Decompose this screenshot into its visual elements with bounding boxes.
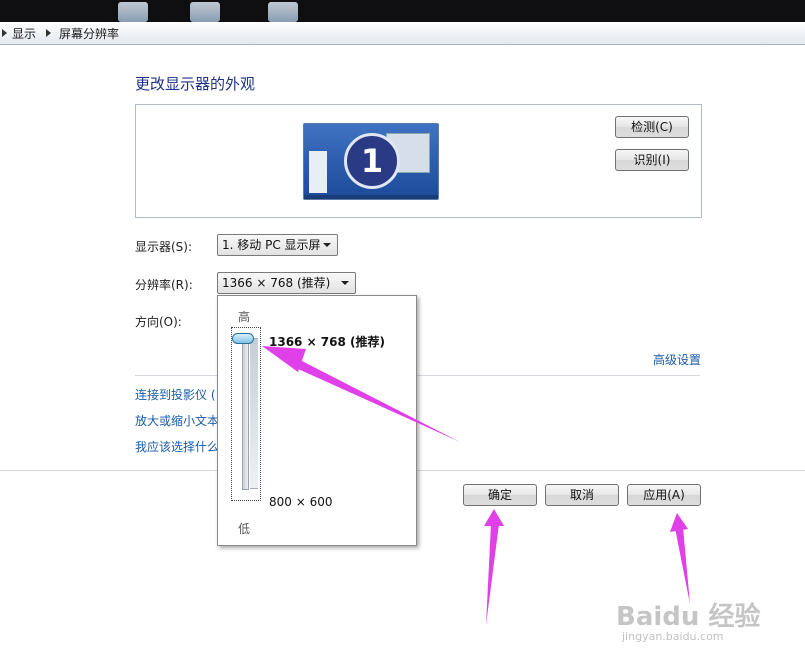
resolution-slider-popup: 高 1366 × 768 (推荐) 800 × 600 低 xyxy=(217,295,417,546)
chevron-down-icon xyxy=(323,243,331,247)
slider-track xyxy=(242,338,249,490)
breadcrumb-item-resolution[interactable]: 屏幕分辨率 xyxy=(59,25,119,42)
chevron-down-icon xyxy=(341,281,349,285)
ok-button[interactable]: 确定 xyxy=(463,484,537,506)
detect-button[interactable]: 检测(C) xyxy=(615,116,689,138)
cancel-button[interactable]: 取消 xyxy=(545,484,619,506)
breadcrumb: 显示 屏幕分辨率 xyxy=(0,22,805,45)
projector-link[interactable]: 连接到投影仪 ( xyxy=(135,386,216,403)
orientation-label: 方向(O): xyxy=(135,315,182,329)
display-select[interactable]: 1. 移动 PC 显示屏 xyxy=(217,234,338,256)
help-choose-link[interactable]: 我应该选择什么 xyxy=(135,438,219,455)
watermark-logo: Baidu 经验 jingyan.baidu.com xyxy=(616,596,761,643)
display-select-value: 1. 移动 PC 显示屏 xyxy=(222,238,321,252)
resolution-label: 分辨率(R): xyxy=(135,278,193,292)
breadcrumb-item-display[interactable]: 显示 xyxy=(12,25,36,42)
resolution-select-value: 1366 × 768 (推荐) xyxy=(222,276,331,290)
slider-thumb[interactable] xyxy=(232,333,254,344)
monitor-taskbar xyxy=(304,195,438,199)
annotation-arrow-apply xyxy=(670,513,690,604)
resolution-option-top: 1366 × 768 (推荐) xyxy=(269,335,386,349)
chevron-right-icon xyxy=(2,29,7,37)
chevron-right-icon xyxy=(46,29,51,37)
high-label: 高 xyxy=(238,310,251,324)
desktop-file-icon xyxy=(190,2,220,22)
display-label: 显示器(S): xyxy=(135,240,193,254)
desktop-strip xyxy=(0,0,805,22)
resolution-option-bottom: 800 × 600 xyxy=(269,495,333,509)
apply-button[interactable]: 应用(A) xyxy=(627,484,701,506)
watermark-brand: Baidu 经验 xyxy=(616,602,761,632)
resolution-select[interactable]: 1366 × 768 (推荐) xyxy=(217,272,356,294)
desktop-file-icon xyxy=(118,2,148,22)
resolution-slider[interactable] xyxy=(231,327,261,501)
slider-scale xyxy=(250,338,258,488)
annotation-arrow-ok xyxy=(484,509,504,625)
text-size-link[interactable]: 放大或缩小文本 xyxy=(135,412,219,429)
low-label: 低 xyxy=(238,522,251,536)
identify-button[interactable]: 识别(I) xyxy=(615,149,689,171)
advanced-settings-link[interactable]: 高级设置 xyxy=(653,351,701,368)
monitor-number-badge: 1 xyxy=(344,133,400,189)
desktop-file-icon xyxy=(268,2,298,22)
watermark-url: jingyan.baidu.com xyxy=(622,630,724,643)
window-thumbnail-icon xyxy=(309,151,327,193)
page-title: 更改显示器的外观 xyxy=(135,75,256,93)
monitor-icon[interactable]: 1 xyxy=(303,123,439,200)
slider-tick xyxy=(250,488,258,489)
